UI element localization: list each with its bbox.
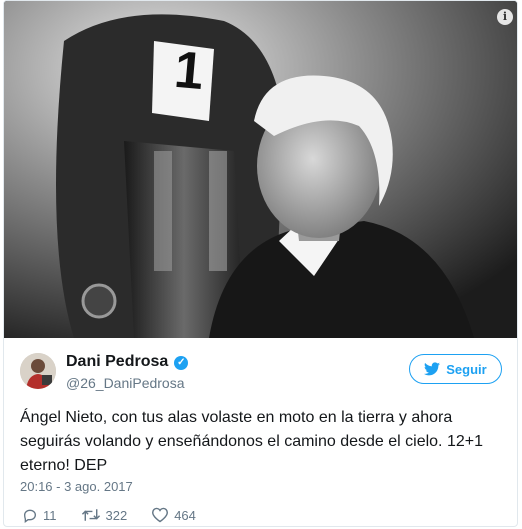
like-count: 464 xyxy=(174,507,196,523)
like-action[interactable]: 464 xyxy=(151,507,196,523)
follow-label[interactable]: Seguir xyxy=(446,362,486,377)
verified-badge-icon: ✓ xyxy=(174,356,189,370)
author-name-text[interactable]: Dani Pedrosa xyxy=(66,353,168,370)
info-icon[interactable]: i xyxy=(497,9,513,25)
follow-button[interactable]: Seguir xyxy=(409,354,502,384)
tweet-text: Ángel Nieto, con tus alas volaste en mot… xyxy=(20,406,510,478)
heart-icon xyxy=(152,507,169,523)
author-avatar[interactable] xyxy=(20,353,56,389)
tweet-text-line: eterno! DEP xyxy=(20,457,108,474)
tweet-text-line: seguirás volando y enseñándonos el camin… xyxy=(20,433,483,450)
tweet-timestamp[interactable]: 20:16 - 3 ago. 2017 xyxy=(20,479,133,494)
twitter-bird-icon xyxy=(424,362,441,376)
tweet-card: i 1 Dani Pedrosa ✓ @26_DaniPedrosa Seguir… xyxy=(3,0,518,527)
tweet-photo[interactable]: i 1 xyxy=(4,1,517,338)
tweet-actions: 11 322 464 xyxy=(22,505,220,525)
tweet-text-line: Ángel Nieto, con tus alas volaste en mot… xyxy=(20,409,453,426)
bib-number: 1 xyxy=(172,40,206,102)
author-name[interactable]: Dani Pedrosa ✓ xyxy=(66,353,189,371)
reply-action[interactable]: 11 xyxy=(22,507,57,523)
reply-count: 11 xyxy=(43,507,57,523)
retweet-count: 322 xyxy=(105,507,128,523)
retweet-action[interactable]: 322 xyxy=(81,507,128,523)
retweet-icon xyxy=(81,509,100,521)
author-handle[interactable]: @26_DaniPedrosa xyxy=(66,375,185,391)
photo-illustration xyxy=(4,1,517,338)
reply-icon xyxy=(23,509,37,523)
